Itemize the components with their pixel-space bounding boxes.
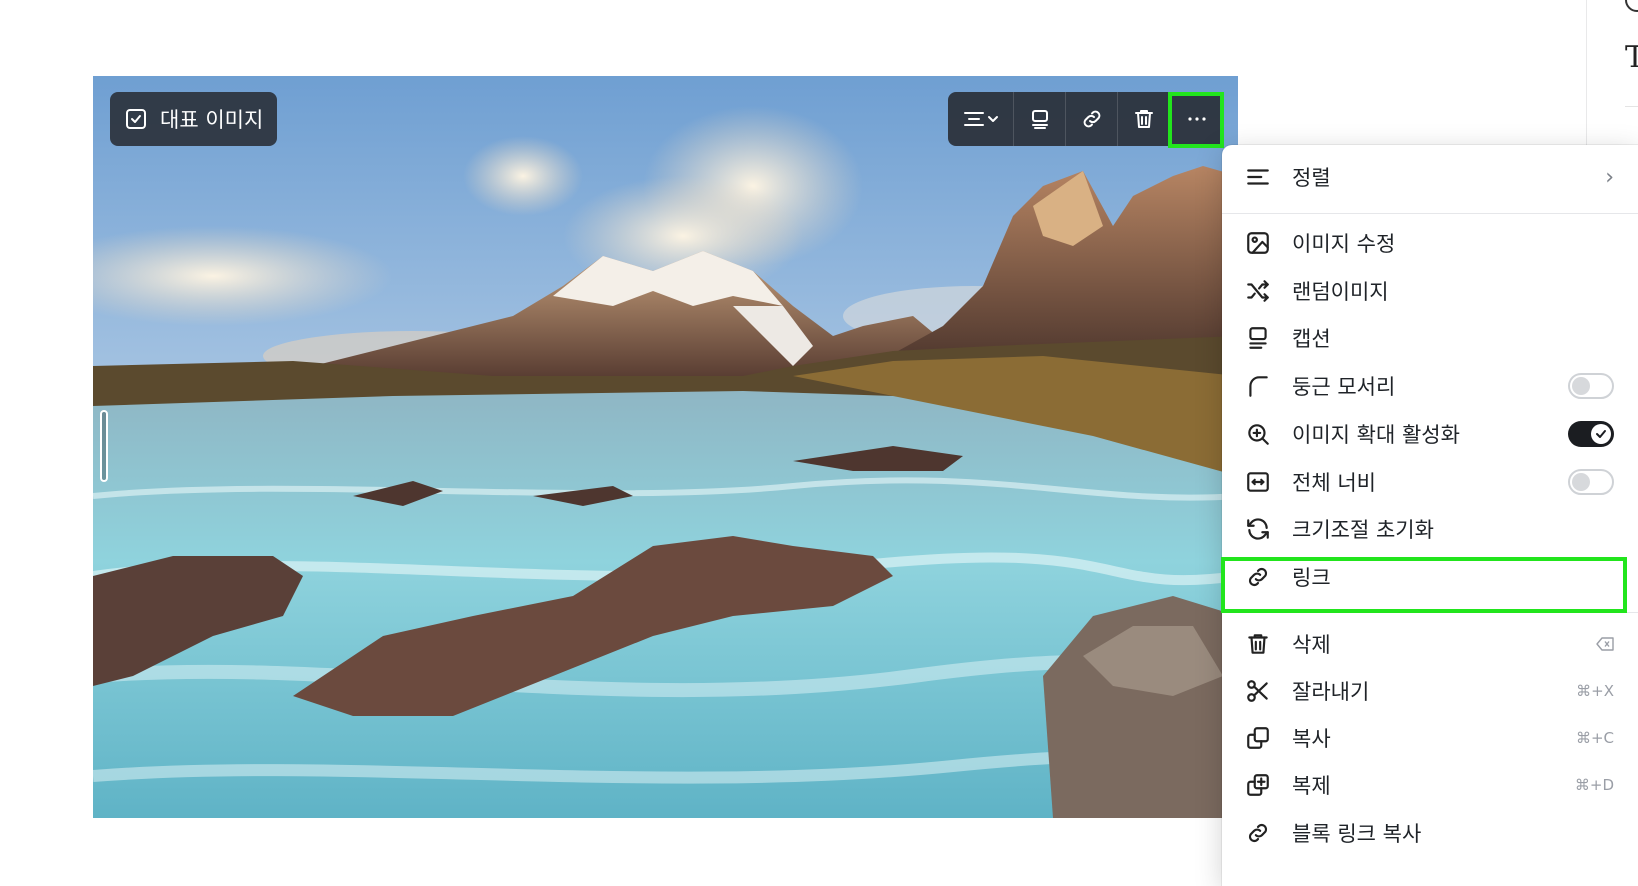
heading-fragment: T: [1625, 40, 1638, 75]
copy-icon: [1247, 727, 1269, 749]
align-icon: [963, 112, 998, 126]
menu-item-label: 블록 링크 복사: [1292, 822, 1422, 846]
image-icon: [1247, 232, 1269, 254]
more-options-button[interactable]: [1170, 92, 1224, 146]
representative-image-label: 대표 이미지: [160, 108, 264, 132]
full-width-toggle[interactable]: [1568, 469, 1614, 495]
shortcut-hint: ⌘+C: [1575, 729, 1614, 747]
menu-item-copy-block-link[interactable]: 블록 링크 복사: [1222, 810, 1618, 856]
menu-item-caption[interactable]: 캡션: [1222, 315, 1618, 361]
menu-item-delete[interactable]: 삭제: [1222, 621, 1618, 667]
menu-item-label: 삭제: [1292, 633, 1331, 657]
link-icon: [1248, 823, 1268, 843]
menu-item-label: 크기조절 초기화: [1292, 518, 1434, 542]
menu-item-label: 이미지 확대 활성화: [1292, 423, 1460, 447]
block-context-menu: 정렬 › 이미지 수정 랜덤이미지 캡션 둥근 모서리 이미지 확대 활성화 전…: [1222, 145, 1638, 886]
menu-item-duplicate[interactable]: 복제 ⌘+D: [1222, 762, 1618, 808]
scissors-icon: [1247, 680, 1268, 702]
menu-item-full-width[interactable]: 전체 너비: [1222, 459, 1618, 505]
menu-divider: [1222, 612, 1638, 613]
menu-item-label: 전체 너비: [1292, 471, 1376, 495]
menu-item-label: 캡션: [1292, 327, 1331, 351]
caption-icon: [1249, 327, 1267, 349]
trash-icon: [1134, 110, 1153, 128]
menu-item-cut[interactable]: 잘라내기 ⌘+X: [1222, 668, 1618, 714]
menu-item-label: 복사: [1292, 727, 1331, 751]
menu-item-random-image[interactable]: 랜덤이미지: [1222, 268, 1618, 314]
menu-item-zoom-enable[interactable]: 이미지 확대 활성화: [1222, 411, 1618, 457]
image-block[interactable]: [93, 76, 1238, 818]
divider: [1625, 106, 1638, 107]
align-dropdown-button[interactable]: [948, 92, 1014, 146]
backspace-icon: [1596, 637, 1614, 651]
menu-item-edit-image[interactable]: 이미지 수정: [1222, 220, 1618, 266]
caption-icon: [1031, 110, 1048, 129]
menu-item-label: 이미지 수정: [1292, 232, 1396, 256]
check-icon: [1596, 430, 1606, 438]
menu-item-label: 링크: [1292, 566, 1331, 590]
zoom-in-icon: [1248, 424, 1269, 445]
link-icon: [1248, 567, 1268, 587]
menu-divider: [1222, 213, 1638, 214]
menu-item-align[interactable]: 정렬 ›: [1222, 154, 1618, 200]
image-toolbar: [948, 92, 1224, 146]
menu-item-label: 정렬: [1292, 166, 1331, 190]
delete-button[interactable]: [1118, 92, 1170, 146]
align-left-icon: [1247, 169, 1269, 185]
caption-button[interactable]: [1014, 92, 1066, 146]
shortcut-hint: ⌘+X: [1576, 682, 1614, 700]
shuffle-icon: [1247, 280, 1269, 302]
duplicate-icon: [1247, 774, 1269, 796]
menu-item-label: 잘라내기: [1292, 680, 1370, 704]
zoom-enable-toggle[interactable]: [1568, 421, 1614, 447]
menu-item-label: 복제: [1292, 774, 1331, 798]
checkbox-checked-icon: [126, 109, 146, 129]
rounded-corners-toggle[interactable]: [1568, 373, 1614, 399]
menu-item-label: 둥근 모서리: [1292, 375, 1396, 399]
clock-icon[interactable]: [1625, 0, 1638, 12]
landscape-photo: [93, 76, 1238, 818]
menu-item-copy[interactable]: 복사 ⌘+C: [1222, 715, 1618, 761]
representative-image-toggle[interactable]: 대표 이미지: [110, 92, 278, 146]
menu-item-rounded-corners[interactable]: 둥근 모서리: [1222, 363, 1618, 409]
chevron-right-icon: ›: [1605, 164, 1614, 190]
menu-item-link[interactable]: 링크: [1222, 554, 1618, 600]
rounded-corner-icon: [1249, 376, 1268, 397]
link-button[interactable]: [1066, 92, 1118, 146]
refresh-icon: [1247, 518, 1269, 540]
full-width-icon: [1247, 472, 1269, 492]
trash-icon: [1248, 634, 1268, 654]
resize-handle[interactable]: [100, 410, 108, 482]
more-icon: [1188, 117, 1206, 121]
menu-item-reset-size[interactable]: 크기조절 초기화: [1222, 506, 1618, 552]
shortcut-hint: ⌘+D: [1574, 776, 1614, 794]
link-icon: [1083, 110, 1100, 128]
menu-item-label: 랜덤이미지: [1292, 280, 1389, 304]
